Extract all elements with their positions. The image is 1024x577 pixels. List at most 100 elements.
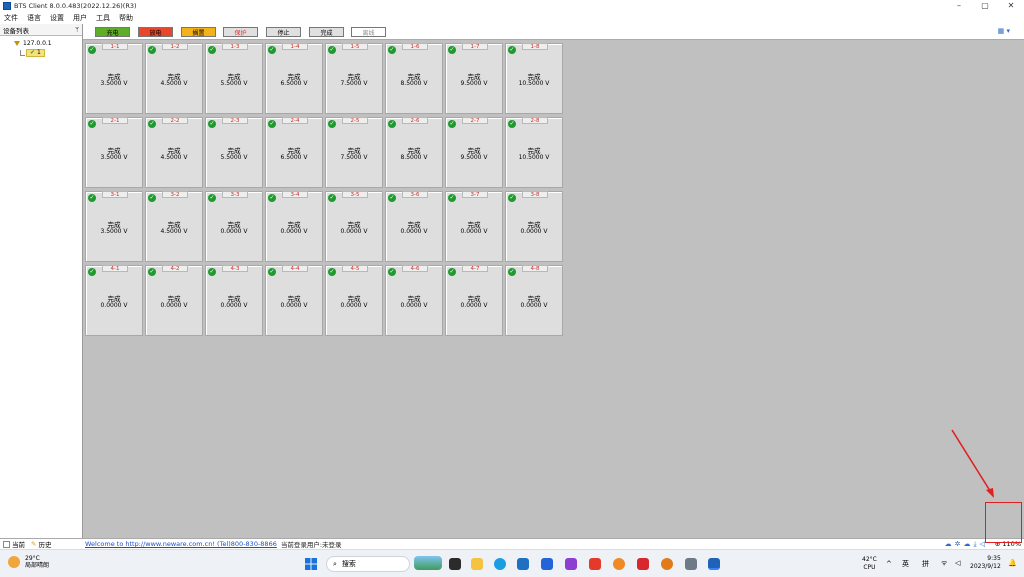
- channel-voltage: 4.5000 V: [160, 80, 188, 87]
- channel-cell[interactable]: 4-5 ✓ 完成 0.0000 V: [325, 265, 383, 336]
- legend-offline[interactable]: 离线: [351, 27, 386, 37]
- channel-cell[interactable]: 2-5 ✓ 完成 7.5000 V: [325, 117, 383, 188]
- channel-cell[interactable]: 4-4 ✓ 完成 0.0000 V: [265, 265, 323, 336]
- menu-user[interactable]: 用户: [73, 13, 87, 23]
- channel-cell[interactable]: 2-2 ✓ 完成 4.5000 V: [145, 117, 203, 188]
- ime-mode[interactable]: 拼: [922, 559, 929, 569]
- volume-icon[interactable]: ◁: [955, 559, 960, 567]
- channel-cell[interactable]: 3-3 ✓ 完成 0.0000 V: [205, 191, 263, 262]
- channel-id: 3-3: [222, 191, 248, 198]
- status-ok-icon: ✓: [388, 194, 396, 202]
- channel-cell[interactable]: 4-7 ✓ 完成 0.0000 V: [445, 265, 503, 336]
- wps-icon[interactable]: [637, 558, 649, 570]
- expand-triangle-icon[interactable]: [14, 41, 20, 46]
- welcome-link[interactable]: Welcome to http://www.neware.com.cn! (Te…: [85, 540, 277, 548]
- legend-finish[interactable]: 完成: [309, 27, 344, 37]
- channel-cell[interactable]: 3-2 ✓ 完成 4.5000 V: [145, 191, 203, 262]
- channel-cell[interactable]: 4-6 ✓ 完成 0.0000 V: [385, 265, 443, 336]
- channel-cell[interactable]: 3-5 ✓ 完成 0.0000 V: [325, 191, 383, 262]
- channel-cell[interactable]: 1-7 ✓ 完成 9.5000 V: [445, 43, 503, 114]
- tab-history[interactable]: ✎ 历史: [28, 539, 54, 549]
- status-ok-icon: ✓: [328, 268, 336, 276]
- chrome-icon[interactable]: [613, 558, 625, 570]
- status-ok-icon: ✓: [328, 46, 336, 54]
- app-red-icon[interactable]: [589, 558, 601, 570]
- tray-overflow-icon[interactable]: ^: [886, 560, 892, 568]
- channel-cell[interactable]: 4-8 ✓ 完成 0.0000 V: [505, 265, 563, 336]
- channel-cell[interactable]: 2-1 ✓ 完成 3.5000 V: [85, 117, 143, 188]
- channel-cell[interactable]: 3-7 ✓ 完成 0.0000 V: [445, 191, 503, 262]
- channel-cell[interactable]: 1-2 ✓ 完成 4.5000 V: [145, 43, 203, 114]
- bts-client-taskbar-icon[interactable]: [708, 558, 720, 570]
- legend-stop[interactable]: 停止: [266, 27, 301, 37]
- channel-voltage: 0.0000 V: [400, 302, 428, 309]
- channel-voltage: 0.0000 V: [520, 228, 548, 235]
- channel-voltage: 0.0000 V: [160, 302, 188, 309]
- channel-cell[interactable]: 1-6 ✓ 完成 8.5000 V: [385, 43, 443, 114]
- maximize-button[interactable]: ▢: [972, 0, 998, 12]
- tray-icons[interactable]: ☁✲☁⤓◁: [945, 540, 988, 549]
- legend-charge[interactable]: 充电: [95, 27, 130, 37]
- channel-id: 2-7: [462, 117, 488, 124]
- search-app-icon[interactable]: [661, 558, 673, 570]
- channel-voltage: 0.0000 V: [280, 228, 308, 235]
- taskview-icon[interactable]: [449, 558, 461, 570]
- channel-cell[interactable]: 3-1 ✓ 完成 3.5000 V: [85, 191, 143, 262]
- close-button[interactable]: ✕: [998, 0, 1024, 12]
- bottom-tabs: 当前 ✎ 历史: [0, 538, 83, 549]
- taskbar-search[interactable]: ⌕ 搜索: [326, 556, 410, 572]
- menu-file[interactable]: 文件: [4, 13, 18, 23]
- weather-icon[interactable]: [8, 556, 20, 568]
- channel-voltage: 10.5000 V: [518, 154, 550, 161]
- legend-protect[interactable]: 保护: [223, 27, 258, 37]
- channel-cell[interactable]: 1-5 ✓ 完成 7.5000 V: [325, 43, 383, 114]
- legend-discharge[interactable]: 放电: [138, 27, 173, 37]
- view-mode-icon[interactable]: ▦ ▾: [998, 27, 1010, 35]
- edge-browser-icon[interactable]: [494, 558, 506, 570]
- pin-icon[interactable]: ᛘ: [75, 26, 79, 34]
- menu-tools[interactable]: 工具: [96, 13, 110, 23]
- menu-help[interactable]: 帮助: [119, 13, 133, 23]
- status-ok-icon: ✓: [508, 268, 516, 276]
- channel-cell[interactable]: 4-3 ✓ 完成 0.0000 V: [205, 265, 263, 336]
- channel-cell[interactable]: 1-8 ✓ 完成 10.5000 V: [505, 43, 563, 114]
- clock[interactable]: 9:35 2023/9/12: [970, 555, 1001, 571]
- tree-node-server[interactable]: 127.0.0.1: [14, 39, 82, 48]
- channel-cell[interactable]: 2-7 ✓ 完成 9.5000 V: [445, 117, 503, 188]
- menu-settings[interactable]: 设置: [50, 13, 64, 23]
- channel-cell[interactable]: 2-8 ✓ 完成 10.5000 V: [505, 117, 563, 188]
- channel-cell[interactable]: 1-3 ✓ 完成 5.5000 V: [205, 43, 263, 114]
- channel-voltage: 0.0000 V: [280, 302, 308, 309]
- app-blue-icon[interactable]: [541, 558, 553, 570]
- cpu-temp-widget[interactable]: 42°C CPU: [862, 556, 877, 572]
- status-ok-icon: ✓: [148, 268, 156, 276]
- wifi-icon[interactable]: ᯤ: [941, 559, 947, 568]
- notification-icon[interactable]: 🔔: [1008, 559, 1017, 567]
- channel-cell[interactable]: 2-4 ✓ 完成 6.5000 V: [265, 117, 323, 188]
- channel-cell[interactable]: 1-4 ✓ 完成 6.5000 V: [265, 43, 323, 114]
- channel-cell[interactable]: 1-1 ✓ 完成 3.5000 V: [85, 43, 143, 114]
- channel-cell[interactable]: 2-6 ✓ 完成 8.5000 V: [385, 117, 443, 188]
- channel-cell[interactable]: 3-6 ✓ 完成 0.0000 V: [385, 191, 443, 262]
- tab-current[interactable]: 当前: [0, 539, 28, 549]
- store-icon[interactable]: [517, 558, 529, 570]
- windows-start-icon[interactable]: [305, 558, 317, 570]
- search-highlight-image[interactable]: [414, 556, 442, 570]
- tree-node-device[interactable]: ✔ 1: [20, 48, 82, 57]
- app-gray-icon[interactable]: [685, 558, 697, 570]
- ime-lang[interactable]: 英: [902, 559, 909, 569]
- channel-cell[interactable]: 4-1 ✓ 完成 0.0000 V: [85, 265, 143, 336]
- device-node-selected[interactable]: ✔ 1: [26, 48, 45, 57]
- file-explorer-icon[interactable]: [471, 558, 483, 570]
- weather-widget[interactable]: 29°C 局部晴朗: [25, 555, 49, 569]
- status-ok-icon: ✓: [388, 120, 396, 128]
- menu-language[interactable]: 语言: [27, 13, 41, 23]
- channel-cell[interactable]: 2-3 ✓ 完成 5.5000 V: [205, 117, 263, 188]
- legend-rest[interactable]: 搁置: [181, 27, 216, 37]
- channel-voltage: 7.5000 V: [340, 154, 368, 161]
- channel-cell[interactable]: 4-2 ✓ 完成 0.0000 V: [145, 265, 203, 336]
- app-purple-icon[interactable]: [565, 558, 577, 570]
- channel-cell[interactable]: 3-4 ✓ 完成 0.0000 V: [265, 191, 323, 262]
- channel-cell[interactable]: 3-8 ✓ 完成 0.0000 V: [505, 191, 563, 262]
- minimize-button[interactable]: –: [946, 0, 972, 12]
